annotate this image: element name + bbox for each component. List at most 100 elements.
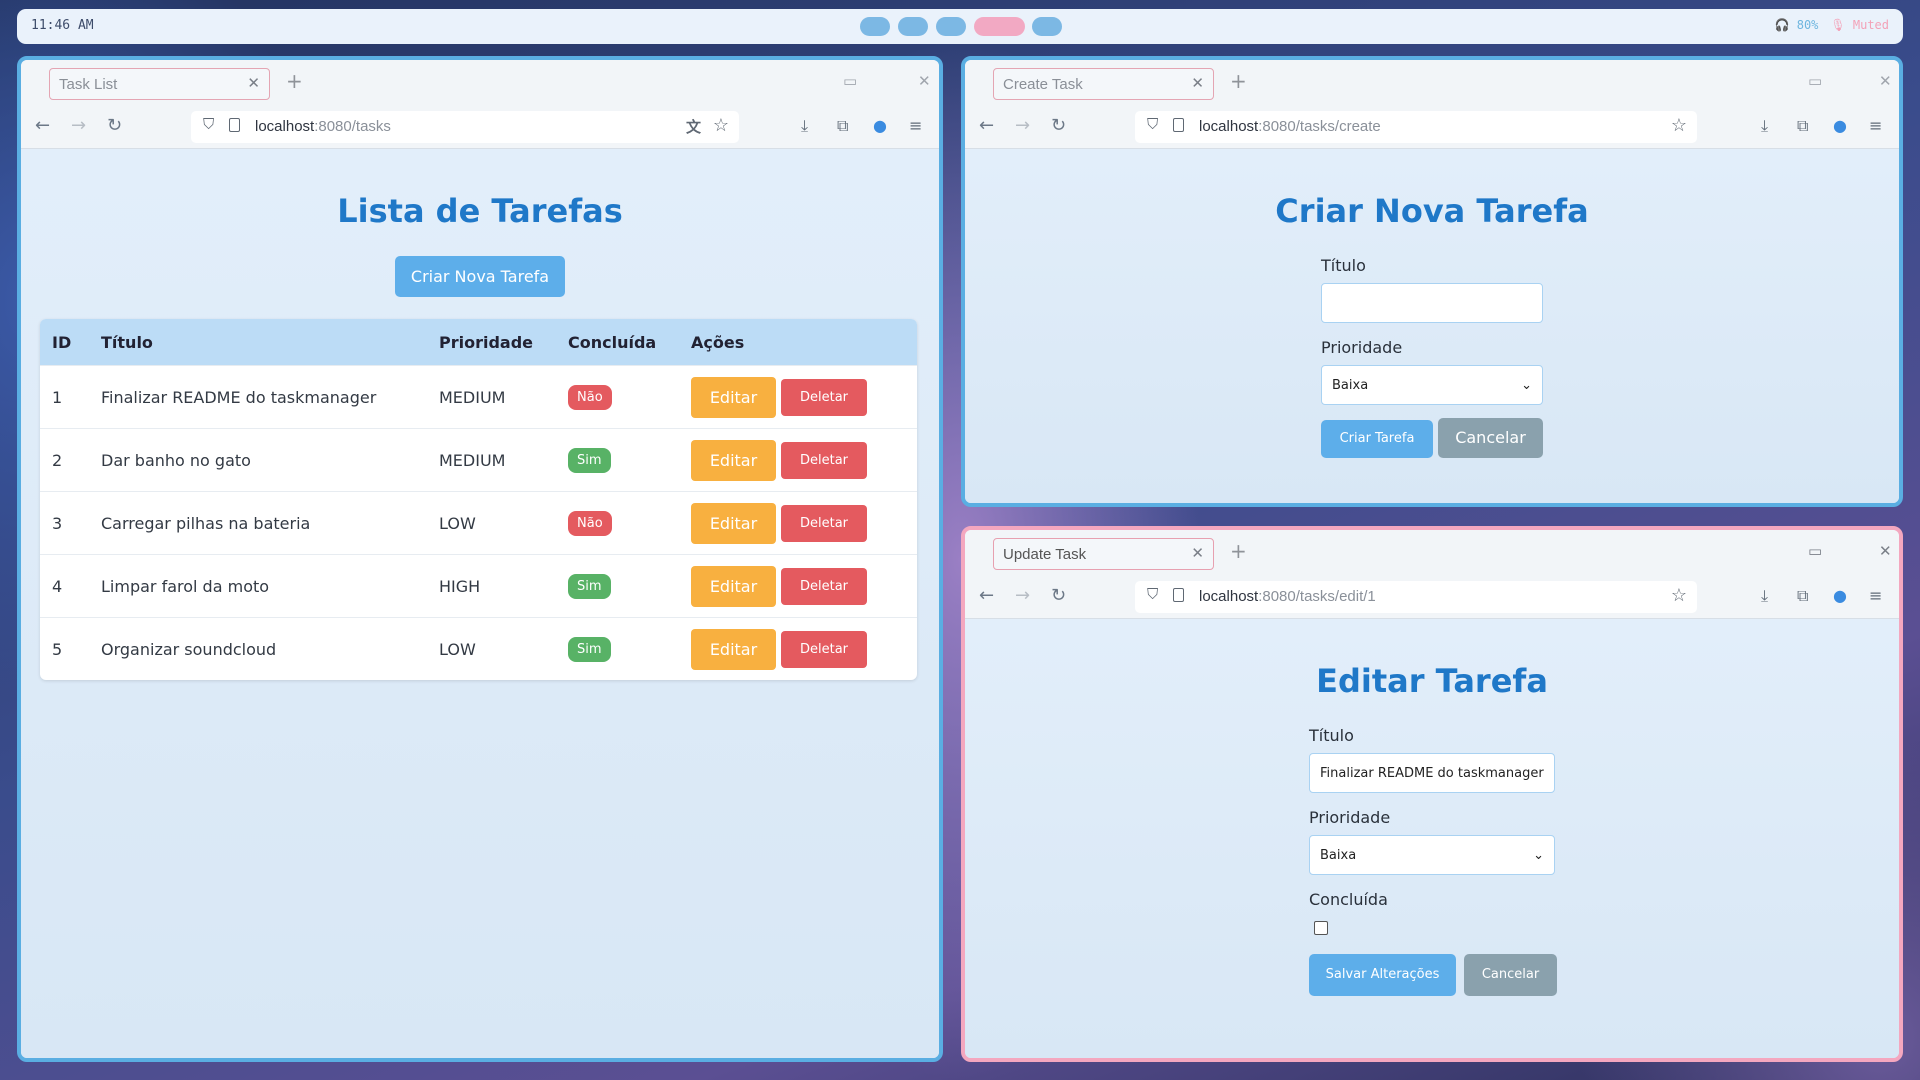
status-badge: Sim (568, 447, 611, 473)
extensions-icon[interactable]: ⧉ (1797, 116, 1808, 136)
cell-id: 1 (52, 387, 63, 407)
menu-icon[interactable]: ≡ (1869, 586, 1882, 605)
nav-bar: ← → ↻ ⛉ localhost:8080/tasks/edit/1 ☆ ⤓ … (965, 575, 1899, 619)
menu-icon[interactable]: ≡ (1869, 116, 1882, 135)
priority-select[interactable]: Baixa ⌄ (1321, 365, 1543, 405)
workspace-1[interactable] (860, 17, 890, 36)
cell-id: 4 (52, 576, 63, 596)
workspace-5[interactable] (1032, 17, 1062, 36)
title-input[interactable]: Finalizar README do taskmanager (1309, 753, 1555, 793)
close-tab-icon[interactable]: ✕ (247, 74, 260, 92)
maximize-icon[interactable]: ▭ (1808, 72, 1822, 90)
bookmark-star-icon[interactable]: ☆ (1671, 115, 1687, 136)
new-tab-icon[interactable]: + (286, 69, 303, 93)
extensions-icon[interactable]: ⧉ (1797, 586, 1808, 606)
download-icon[interactable]: ⤓ (801, 116, 808, 136)
delete-button[interactable]: Deletar (781, 567, 867, 605)
address-bar[interactable]: ⛉ localhost:8080/tasks/create ☆ (1135, 111, 1697, 143)
edit-button[interactable]: Editar (691, 502, 776, 544)
reload-icon[interactable]: ↻ (107, 115, 122, 136)
tab-label: Task List (59, 76, 118, 93)
create-submit-button[interactable]: Criar Tarefa (1321, 420, 1433, 458)
shield-icon: ⛉ (1147, 116, 1159, 133)
close-tab-icon[interactable]: ✕ (1191, 544, 1204, 562)
tab-task-list[interactable]: Task List ✕ (49, 68, 270, 100)
cell-priority: HIGH (439, 576, 481, 596)
edit-button[interactable]: Editar (691, 628, 776, 670)
cancel-button[interactable]: Cancelar (1438, 418, 1543, 458)
account-icon[interactable]: ● (1833, 116, 1847, 135)
forward-icon[interactable]: → (71, 115, 86, 136)
cell-id: 3 (52, 513, 63, 533)
title-input[interactable] (1321, 283, 1543, 323)
account-icon[interactable]: ● (1833, 586, 1847, 605)
task-list-window: Task List ✕ + ▭ ✕ ← → ↻ ⛉ localhost:8080/… (17, 56, 943, 1062)
volume-indicator[interactable]: 🎧 80% (1775, 18, 1819, 32)
back-icon[interactable]: ← (979, 115, 994, 136)
close-window-icon[interactable]: ✕ (918, 72, 931, 90)
delete-button[interactable]: Deletar (781, 504, 867, 542)
col-actions: Ações (691, 332, 745, 352)
system-status: 🎧 80% 🎙 Muted (1775, 18, 1889, 32)
tab-bar: Task List ✕ + ▭ ✕ (21, 60, 939, 105)
extensions-icon[interactable]: ⧉ (837, 116, 848, 136)
save-changes-button[interactable]: Salvar Alterações (1309, 954, 1456, 996)
cell-priority: LOW (439, 513, 476, 533)
maximize-icon[interactable]: ▭ (843, 72, 857, 90)
tab-create-task[interactable]: Create Task ✕ (993, 68, 1214, 100)
create-task-button[interactable]: Criar Nova Tarefa (395, 256, 565, 297)
tab-update-task[interactable]: Update Task ✕ (993, 538, 1214, 570)
table-row: 2 Dar banho no gato MEDIUM Sim Editar Deletar (40, 428, 917, 491)
bookmark-star-icon[interactable]: ☆ (1671, 585, 1687, 606)
table-row: 5 Organizar soundcloud LOW Sim Editar Deletar (40, 617, 917, 680)
col-title: Título (101, 332, 153, 352)
forward-icon[interactable]: → (1015, 585, 1030, 606)
account-icon[interactable]: ● (873, 116, 887, 135)
page-icon (1173, 118, 1184, 132)
col-done: Concluída (568, 332, 657, 352)
edit-button[interactable]: Editar (691, 565, 776, 607)
workspace-4-active[interactable] (974, 17, 1025, 36)
tab-label: Update Task (1003, 546, 1087, 563)
maximize-icon[interactable]: ▭ (1808, 542, 1822, 560)
edit-button[interactable]: Editar (691, 439, 776, 481)
tab-bar: Update Task ✕ + ▭ ✕ (965, 530, 1899, 575)
edit-button[interactable]: Editar (691, 376, 776, 418)
mic-indicator[interactable]: 🎙 Muted (1830, 18, 1889, 32)
download-icon[interactable]: ⤓ (1761, 586, 1768, 606)
reload-icon[interactable]: ↻ (1051, 115, 1066, 136)
create-task-window: Create Task ✕ + ▭ ✕ ← → ↻ ⛉ localhost:808… (961, 56, 1903, 507)
delete-button[interactable]: Deletar (781, 441, 867, 479)
workspace-3[interactable] (936, 17, 966, 36)
delete-button[interactable]: Deletar (781, 378, 867, 416)
close-window-icon[interactable]: ✕ (1879, 542, 1892, 560)
menu-icon[interactable]: ≡ (909, 116, 922, 135)
new-tab-icon[interactable]: + (1230, 69, 1247, 93)
reload-icon[interactable]: ↻ (1051, 585, 1066, 606)
table-row: 3 Carregar pilhas na bateria LOW Não Editar D… (40, 491, 917, 554)
address-bar[interactable]: ⛉ localhost:8080/tasks 文 ☆ (191, 111, 739, 143)
title-label: Título (1309, 726, 1354, 745)
page-content: Editar Tarefa Título Finalizar README do… (965, 619, 1899, 1058)
back-icon[interactable]: ← (35, 115, 50, 136)
priority-selected-value: Baixa (1320, 847, 1357, 863)
cell-title: Finalizar README do taskmanager (101, 387, 377, 407)
cancel-button[interactable]: Cancelar (1464, 954, 1557, 996)
close-tab-icon[interactable]: ✕ (1191, 74, 1204, 92)
new-tab-icon[interactable]: + (1230, 539, 1247, 563)
done-checkbox[interactable] (1314, 921, 1328, 935)
forward-icon[interactable]: → (1015, 115, 1030, 136)
title-label: Título (1321, 256, 1366, 275)
workspace-2[interactable] (898, 17, 928, 36)
priority-select[interactable]: Baixa ⌄ (1309, 835, 1555, 875)
priority-selected-value: Baixa (1332, 377, 1369, 393)
url-host: localhost (1199, 118, 1259, 135)
address-bar[interactable]: ⛉ localhost:8080/tasks/edit/1 ☆ (1135, 581, 1697, 613)
translate-icon[interactable]: 文 (686, 116, 701, 137)
back-icon[interactable]: ← (979, 585, 994, 606)
bookmark-star-icon[interactable]: ☆ (713, 115, 729, 136)
delete-button[interactable]: Deletar (781, 630, 867, 668)
url-host: localhost (255, 118, 315, 135)
download-icon[interactable]: ⤓ (1761, 116, 1768, 136)
close-window-icon[interactable]: ✕ (1879, 72, 1892, 90)
